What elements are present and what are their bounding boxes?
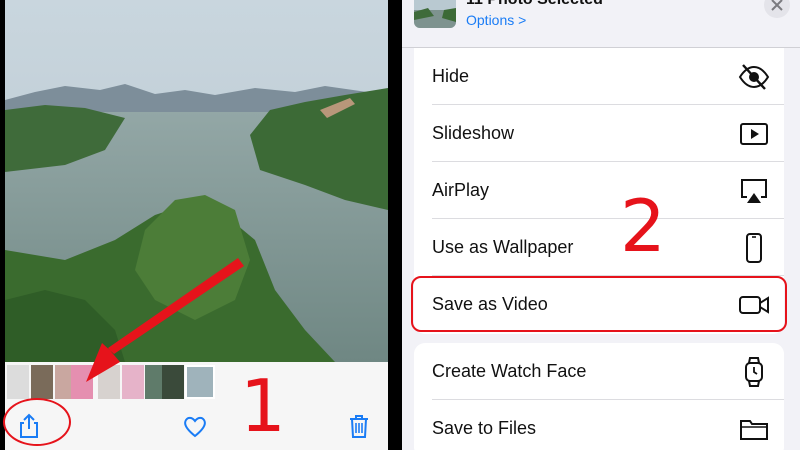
thumbnail[interactable]	[122, 365, 144, 399]
delete-button[interactable]	[345, 412, 373, 440]
close-button[interactable]	[764, 0, 790, 18]
action-hide[interactable]: Hide	[414, 48, 784, 105]
sheet-title: 11 Photo Selected	[466, 0, 603, 9]
action-airplay[interactable]: AirPlay	[414, 162, 784, 219]
trash-icon	[350, 415, 368, 438]
action-label: Use as Wallpaper	[432, 237, 574, 257]
favorite-button[interactable]	[181, 412, 209, 440]
play-icon	[740, 123, 768, 145]
eye-slash-icon	[738, 64, 770, 90]
action-create-watch-face[interactable]: Create Watch Face	[414, 343, 784, 400]
photos-app-screen	[5, 0, 388, 450]
action-label: Save to Files	[432, 418, 537, 438]
share-sheet-screen: 11 Photo Selected Options > Hide Slidesh…	[402, 0, 800, 450]
options-link[interactable]: Options >	[466, 12, 526, 28]
action-label: Create Watch Face	[432, 361, 587, 381]
step-number-1: 1	[240, 364, 286, 448]
action-label: Hide	[432, 66, 470, 86]
folder-icon	[740, 420, 768, 440]
thumbnail[interactable]	[98, 365, 120, 399]
action-slideshow[interactable]: Slideshow	[414, 105, 784, 162]
action-use-as-wallpaper[interactable]: Use as Wallpaper	[414, 219, 784, 276]
photo-preview[interactable]	[5, 0, 388, 362]
action-label: AirPlay	[432, 180, 490, 200]
watch-icon	[745, 357, 763, 387]
step-number-2: 2	[620, 184, 666, 268]
share-button-highlight	[3, 398, 71, 446]
thumbnail[interactable]	[7, 365, 29, 399]
thumbnail[interactable]	[162, 365, 184, 399]
thumbnail-selected[interactable]	[185, 365, 215, 399]
close-icon	[771, 0, 783, 11]
sheet-header: 11 Photo Selected Options >	[402, 0, 800, 48]
heart-icon	[184, 416, 206, 438]
thumbnail[interactable]	[71, 365, 93, 399]
action-save-to-files[interactable]: Save to Files	[414, 400, 784, 450]
actions-group-2: Create Watch Face Save to Files	[414, 343, 784, 450]
thumbnail[interactable]	[31, 365, 53, 399]
action-label: Slideshow	[432, 123, 515, 143]
selection-thumbnail	[414, 0, 456, 28]
save-as-video-highlight	[411, 276, 787, 332]
thumbnail-strip[interactable]	[5, 362, 388, 402]
phone-icon	[746, 233, 762, 263]
airplay-icon	[741, 179, 767, 203]
